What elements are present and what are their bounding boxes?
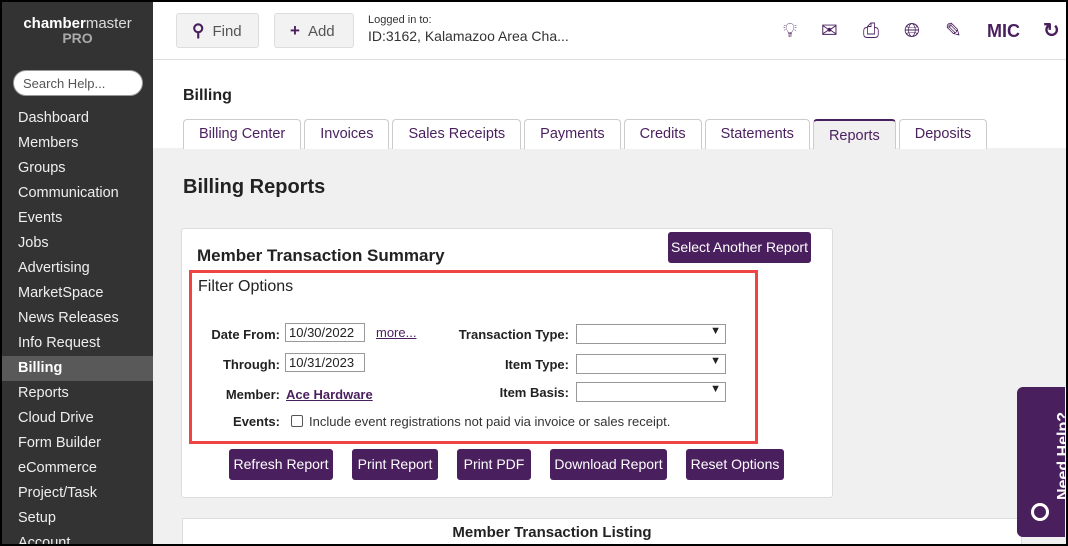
chevron-down-icon: ▼: [710, 325, 721, 337]
events-checkbox[interactable]: [291, 415, 303, 427]
refresh-icon[interactable]: ↻: [1043, 20, 1060, 42]
tab-invoices[interactable]: Invoices: [304, 119, 390, 149]
events-label: Events:: [233, 414, 280, 429]
member-label: Member:: [225, 387, 280, 402]
sidebar-item-ecommerce[interactable]: eCommerce: [2, 456, 153, 481]
logged-value: ID:3162, Kalamazoo Area Cha...: [368, 28, 569, 44]
sidebar: chambermaster PRO Search Help... Dashboar…: [2, 2, 153, 544]
sidebar-item-advertising[interactable]: Advertising: [2, 256, 153, 281]
sidebar-item-members[interactable]: Members: [2, 131, 153, 156]
pencil-icon[interactable]: ✎: [945, 20, 962, 42]
sidebar-item-news-releases[interactable]: News Releases: [2, 306, 153, 331]
tab-statements[interactable]: Statements: [704, 119, 810, 149]
tab-reports[interactable]: Reports: [812, 119, 896, 149]
logged-in-info: Logged in to: ID:3162, Kalamazoo Area Cha…: [368, 14, 569, 44]
globe-icon[interactable]: 🌐︎: [904, 20, 920, 42]
top-bar: ⚲ Find + Add Logged in to: ID:3162, Kalamaz…: [153, 2, 1066, 60]
through-label: Through:: [222, 357, 280, 372]
tab-credits[interactable]: Credits: [623, 119, 702, 149]
section-title: Billing: [183, 87, 232, 104]
sidebar-item-dashboard[interactable]: Dashboard: [2, 106, 153, 131]
tab-payments[interactable]: Payments: [524, 119, 621, 149]
lifebuoy-icon: [1031, 503, 1049, 521]
print-icon[interactable]: ⎙: [863, 20, 879, 42]
billing-tabs: Billing Center Invoices Sales Receipts P…: [183, 119, 990, 149]
logo[interactable]: chambermaster PRO: [2, 16, 153, 46]
need-help-label: Need Help?: [1055, 412, 1066, 501]
sidebar-item-events[interactable]: Events: [2, 206, 153, 231]
select-another-report-button[interactable]: Select Another Report: [668, 232, 811, 263]
date-from-input[interactable]: 10/30/2022: [285, 323, 365, 342]
sidebar-item-groups[interactable]: Groups: [2, 156, 153, 181]
download-report-button[interactable]: Download Report: [550, 449, 667, 480]
sidebar-item-jobs[interactable]: Jobs: [2, 231, 153, 256]
item-basis-label: Item Basis:: [499, 385, 569, 400]
user-initials[interactable]: MIC: [987, 20, 1020, 42]
reset-options-button[interactable]: Reset Options: [686, 449, 784, 480]
item-basis-select[interactable]: ▼: [576, 382, 726, 402]
plus-icon: +: [290, 21, 300, 40]
tab-deposits[interactable]: Deposits: [898, 119, 988, 149]
search-help-input[interactable]: Search Help...: [13, 70, 143, 96]
sidebar-item-communication[interactable]: Communication: [2, 181, 153, 206]
sidebar-item-marketspace[interactable]: MarketSpace: [2, 281, 153, 306]
sidebar-item-info-request[interactable]: Info Request: [2, 331, 153, 356]
sidebar-item-cloud-drive[interactable]: Cloud Drive: [2, 406, 153, 431]
item-type-label: Item Type:: [504, 357, 569, 372]
tab-sales-receipts[interactable]: Sales Receipts: [392, 119, 522, 149]
need-help-button[interactable]: Need Help?: [1017, 387, 1066, 537]
date-from-label: Date From:: [211, 327, 280, 342]
filter-options-title: Filter Options: [198, 278, 294, 295]
member-link[interactable]: Ace Hardware: [286, 387, 373, 402]
page-title: Billing Reports: [183, 176, 326, 198]
add-label: Add: [307, 23, 335, 40]
mail-icon[interactable]: ✉: [821, 20, 838, 42]
report-title: Member Transaction Summary: [197, 246, 445, 265]
print-pdf-button[interactable]: Print PDF: [457, 449, 531, 480]
item-type-select[interactable]: ▼: [576, 354, 726, 374]
sidebar-item-form-builder[interactable]: Form Builder: [2, 431, 153, 456]
more-link[interactable]: more...: [376, 325, 416, 340]
sidebar-item-project-task[interactable]: Project/Task: [2, 481, 153, 506]
refresh-report-button[interactable]: Refresh Report: [229, 449, 333, 480]
print-report-button[interactable]: Print Report: [352, 449, 438, 480]
listing-title: Member Transaction Listing: [452, 524, 652, 541]
find-label: Find: [212, 23, 242, 40]
events-text: Include event registrations not paid via…: [309, 414, 671, 429]
through-input[interactable]: 10/31/2023: [285, 353, 365, 372]
logged-label: Logged in to:: [368, 14, 432, 26]
search-icon: ⚲: [192, 21, 205, 40]
add-button[interactable]: + Add: [274, 13, 354, 48]
sidebar-item-reports[interactable]: Reports: [2, 381, 153, 406]
find-button[interactable]: ⚲ Find: [176, 13, 259, 48]
chevron-down-icon: ▼: [710, 355, 721, 367]
chevron-down-icon: ▼: [710, 383, 721, 395]
section-header: Billing Billing Center Invoices Sales Re…: [153, 60, 1066, 149]
sidebar-nav: Dashboard Members Groups Communication E…: [2, 106, 153, 544]
sidebar-item-billing[interactable]: Billing: [2, 356, 153, 381]
transaction-type-label: Transaction Type:: [458, 327, 569, 342]
logo-pro: PRO: [62, 30, 93, 46]
lightbulb-icon[interactable]: 💡︎: [783, 20, 797, 42]
tab-billing-center[interactable]: Billing Center: [183, 119, 302, 149]
listing-card: Member Transaction Listing: [182, 518, 1022, 544]
transaction-type-select[interactable]: ▼: [576, 324, 726, 344]
